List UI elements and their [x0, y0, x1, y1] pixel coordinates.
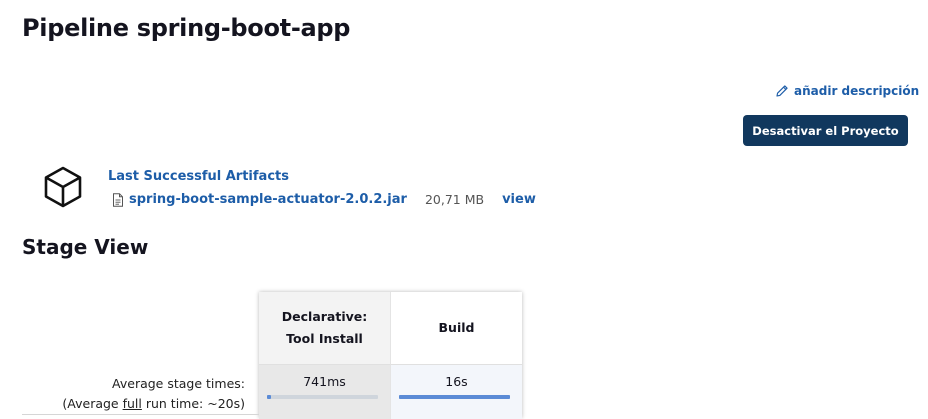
pencil-icon	[776, 85, 788, 97]
last-successful-artifacts-link[interactable]: Last Successful Artifacts	[108, 169, 289, 184]
artifact-file-link[interactable]: spring-boot-sample-actuator-2.0.2.jar	[129, 192, 407, 207]
package-icon	[44, 166, 82, 208]
stage-avg-time: 16s	[445, 374, 468, 389]
stage-avg-cell-declarative[interactable]: 741ms	[259, 364, 391, 419]
stage-name-line1: Build	[438, 320, 475, 335]
stage-view-title: Stage View	[22, 235, 149, 259]
artifact-view-link[interactable]: view	[502, 192, 536, 207]
full-run-link[interactable]: full	[123, 396, 142, 411]
average-stage-times-label: Average stage times: (Average full run t…	[62, 374, 245, 414]
artifact-row: spring-boot-sample-actuator-2.0.2.jar 20…	[112, 192, 536, 207]
stage-progress-fill	[267, 395, 272, 399]
artifact-file-size: 20,71 MB	[424, 192, 485, 207]
stage-header-build: Build	[391, 292, 522, 364]
stage-avg-cell-build[interactable]: 16s	[391, 364, 522, 419]
stage-name-line2: Tool Install	[286, 331, 363, 346]
stage-progress-bar	[399, 395, 510, 399]
average-stage-times-text: Average stage times:	[112, 376, 245, 391]
add-description-label: añadir descripción	[794, 84, 920, 98]
stage-view-table: Declarative: Tool Install Build 741ms 16…	[259, 292, 522, 419]
divider	[22, 414, 259, 415]
page-title: Pipeline spring-boot-app	[22, 14, 351, 42]
average-run-time-text: (Average full run time: ~20s)	[62, 394, 245, 414]
add-description-link[interactable]: añadir descripción	[775, 84, 919, 98]
average-run-prefix: (Average	[62, 396, 123, 411]
stage-avg-time: 741ms	[303, 374, 346, 389]
stage-progress-bar	[267, 395, 378, 399]
stage-header-declarative-tool-install: Declarative: Tool Install	[259, 292, 391, 364]
stage-name-line1: Declarative:	[281, 309, 368, 324]
disable-project-button[interactable]: Desactivar el Proyecto	[743, 115, 908, 146]
file-icon	[113, 192, 123, 207]
stage-progress-fill	[399, 395, 510, 399]
average-run-suffix: run time: ~20s)	[141, 396, 245, 411]
